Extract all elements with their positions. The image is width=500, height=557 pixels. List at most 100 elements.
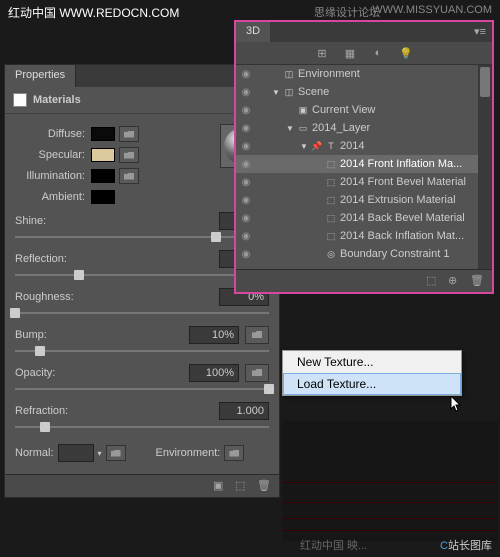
reflection-slider[interactable] (15, 274, 269, 276)
visibility-toggle[interactable]: ◉ (236, 213, 256, 224)
footer-icon-1[interactable]: ▣ (213, 479, 227, 493)
scrollbar[interactable] (478, 65, 492, 269)
tree-item[interactable]: ◉ ⬚2014 Extrusion Material (236, 191, 492, 209)
twisty-icon[interactable]: ▼ (286, 124, 296, 133)
opacity-label: Opacity: (15, 367, 55, 379)
watermark-top-right-1: 思缘设计论坛 (314, 4, 380, 20)
node-type-icon: ⬚ (324, 195, 338, 206)
folder-icon (124, 152, 134, 159)
bump-row: Bump: 10% (15, 326, 269, 352)
ambient-swatch[interactable] (91, 190, 115, 204)
slider-thumb[interactable] (10, 308, 20, 318)
normal-texture-button[interactable] (106, 445, 126, 461)
diffuse-label: Diffuse: (15, 128, 85, 140)
opacity-value[interactable]: 100% (189, 364, 239, 382)
menu-load-texture[interactable]: Load Texture... (283, 373, 461, 395)
shine-slider[interactable] (15, 236, 269, 238)
footer-icon-a[interactable]: ⬚ (426, 274, 440, 288)
diffuse-swatch[interactable] (91, 127, 115, 141)
tree-item-label: 2014 Extrusion Material (340, 194, 478, 206)
node-type-icon: ◫ (282, 69, 296, 80)
slider-thumb[interactable] (264, 384, 274, 394)
watermark-top-right-2: WWW.MISSYUAN.COM (372, 4, 492, 16)
tree-item[interactable]: ◉ ▼◫Scene (236, 83, 492, 101)
tree-item[interactable]: ◉⬚2014 Front Bevel Material (236, 173, 492, 191)
light-icon[interactable]: 💡 (399, 46, 413, 60)
properties-tab[interactable]: Properties (5, 65, 76, 87)
shine-row: Shine:79% (15, 212, 269, 238)
ambient-row: Ambient: (15, 188, 269, 206)
folder-icon (124, 131, 134, 138)
environment-texture-button[interactable] (224, 445, 244, 461)
watermark-bottom-right: C站长图库 (440, 537, 492, 553)
opacity-slider[interactable] (15, 388, 269, 390)
tree-item[interactable]: ◉⬚2014 Back Inflation Mat... (236, 227, 492, 245)
bump-slider[interactable] (15, 350, 269, 352)
twisty-icon[interactable]: ▼ (300, 142, 310, 151)
refraction-value[interactable]: 1.000 (219, 402, 269, 420)
tree-item-label: Environment (298, 68, 478, 80)
reflection-label: Reflection: (15, 253, 67, 265)
illumination-texture-button[interactable] (119, 168, 139, 184)
node-type-icon: ◫ (282, 87, 296, 98)
refraction-slider[interactable] (15, 426, 269, 428)
environment-label: Environment: (156, 447, 221, 459)
tree-item[interactable]: ◉ ◫Environment (236, 65, 492, 83)
tree-item[interactable]: ◉▼📌T2014 (236, 137, 492, 155)
visibility-toggle[interactable]: ◉ (236, 87, 256, 98)
diffuse-texture-button[interactable] (119, 126, 139, 142)
scrollbar-thumb[interactable] (480, 67, 490, 97)
folder-icon (252, 331, 262, 338)
visibility-toggle[interactable]: ◉ (236, 195, 256, 206)
shine-label: Shine: (15, 215, 46, 227)
tree-item[interactable]: ◉⬚2014 Front Inflation Ma... (236, 155, 492, 173)
tree-item[interactable]: ◉⬚2014 Back Bevel Material (236, 209, 492, 227)
threed-panel: 3D ▾≡ ⊞ ▦ ◐ 💡 ◉◫Environment◉▼◫Scene◉▣Cur… (234, 20, 494, 294)
footer-icon-2[interactable]: ⬚ (235, 479, 249, 493)
folder-icon (229, 450, 239, 457)
normal-dropdown[interactable] (58, 444, 94, 462)
visibility-toggle[interactable]: ◉ (236, 123, 256, 134)
tree-item-label: Current View (312, 104, 478, 116)
bump-value[interactable]: 10% (189, 326, 239, 344)
slider-thumb[interactable] (40, 422, 50, 432)
visibility-toggle[interactable]: ◉ (236, 141, 256, 152)
illumination-swatch[interactable] (91, 169, 115, 183)
mesh-icon[interactable]: ▦ (343, 46, 357, 60)
tree-item-label: Scene (298, 86, 478, 98)
normal-label: Normal: (15, 447, 54, 459)
visibility-toggle[interactable]: ◉ (236, 177, 256, 188)
visibility-toggle[interactable]: ◉ (236, 249, 256, 260)
visibility-toggle[interactable]: ◉ (236, 69, 256, 80)
chevron-down-icon: ▾ (98, 449, 102, 458)
slider-thumb[interactable] (35, 346, 45, 356)
bump-label: Bump: (15, 329, 47, 341)
node-type-icon: ⬚ (324, 231, 338, 242)
bump-texture-button[interactable] (245, 326, 269, 344)
menu-new-texture[interactable]: New Texture... (283, 351, 461, 373)
tree-item-label: 2014 Front Inflation Ma... (340, 158, 478, 170)
roughness-slider[interactable] (15, 312, 269, 314)
opacity-texture-button[interactable] (245, 364, 269, 382)
twisty-icon[interactable]: ▼ (272, 88, 282, 97)
filter-icon[interactable]: ⊞ (315, 46, 329, 60)
tree-item[interactable]: ◉▼▭2014_Layer (236, 119, 492, 137)
visibility-toggle[interactable]: ◉ (236, 105, 256, 116)
trash-icon[interactable]: 🗑 (470, 274, 484, 288)
tree-item[interactable]: ◉◎Boundary Constraint 1 (236, 245, 492, 263)
slider-thumb[interactable] (74, 270, 84, 280)
slider-thumb[interactable] (211, 232, 221, 242)
panel-menu-button[interactable]: ▾≡ (468, 22, 492, 42)
material-icon[interactable]: ◐ (371, 46, 385, 60)
footer-icon-b[interactable]: ⊕ (448, 274, 462, 288)
specular-texture-button[interactable] (119, 147, 139, 163)
visibility-toggle[interactable]: ◉ (236, 159, 256, 170)
tree-item[interactable]: ◉▣Current View (236, 101, 492, 119)
specular-swatch[interactable] (91, 148, 115, 162)
node-type-icon: ◎ (324, 249, 338, 260)
threed-tab[interactable]: 3D (236, 22, 270, 42)
illumination-row: Illumination: (15, 167, 269, 185)
visibility-toggle[interactable]: ◉ (236, 231, 256, 242)
trash-icon[interactable]: 🗑 (257, 479, 271, 493)
node-type-icon: ⬚ (324, 177, 338, 188)
